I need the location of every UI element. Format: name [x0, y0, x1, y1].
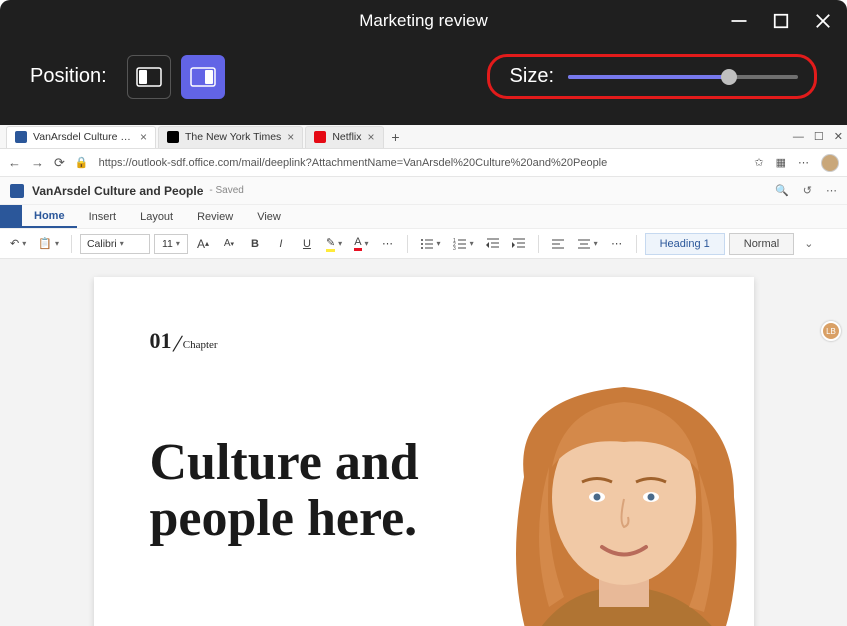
- browser-minimize-button[interactable]: —: [793, 131, 804, 143]
- size-slider[interactable]: [568, 75, 798, 79]
- new-tab-button[interactable]: +: [386, 129, 406, 145]
- size-control-highlight: Size:: [487, 54, 817, 99]
- align-center-button[interactable]: [573, 233, 602, 255]
- forward-button[interactable]: →: [31, 155, 44, 170]
- overlay-titlebar: Marketing review: [0, 0, 847, 42]
- window-controls: [729, 0, 833, 42]
- increase-indent-button[interactable]: [508, 233, 530, 255]
- paste-button[interactable]: 📋: [34, 233, 63, 255]
- person-image: [464, 357, 754, 626]
- document-canvas[interactable]: LB 01/Chapter Culture and people here.: [0, 259, 847, 626]
- ribbon-tab-insert[interactable]: Insert: [77, 205, 129, 228]
- undo-button[interactable]: ↶: [6, 233, 30, 255]
- ribbon: ↶ 📋 Calibri 11 A▴ A▾ B I U ✎ A ⋯ 123: [0, 229, 847, 259]
- font-name-select[interactable]: Calibri: [80, 234, 150, 254]
- ribbon-tab-layout[interactable]: Layout: [128, 205, 185, 228]
- tab-favicon: [167, 131, 179, 143]
- presence-indicator[interactable]: LB: [821, 321, 841, 341]
- highlight-button[interactable]: ✎: [322, 233, 346, 255]
- ribbon-tab-view[interactable]: View: [245, 205, 293, 228]
- word-titlebar: VanArsdel Culture and People - Saved 🔍 ↺…: [0, 177, 847, 205]
- style-normal[interactable]: Normal: [729, 233, 794, 255]
- address-bar[interactable]: https://outlook-sdf.office.com/mail/deep…: [99, 157, 745, 169]
- tab-close-button[interactable]: ×: [140, 130, 147, 144]
- styles-more-button[interactable]: ⌄: [798, 237, 819, 250]
- tab-close-button[interactable]: ×: [287, 130, 294, 144]
- size-slider-thumb[interactable]: [721, 69, 737, 85]
- heading-line-1: Culture and: [150, 434, 419, 491]
- underline-button[interactable]: U: [296, 233, 318, 255]
- ribbon-tabs: HomeInsertLayoutReviewView: [0, 205, 847, 229]
- tab-favicon: [314, 131, 326, 143]
- position-left-button[interactable]: [127, 55, 171, 99]
- style-heading1[interactable]: Heading 1: [645, 233, 725, 255]
- ribbon-tab-review[interactable]: Review: [185, 205, 245, 228]
- svg-text:3: 3: [453, 246, 456, 251]
- document-heading[interactable]: Culture and people here.: [150, 435, 510, 547]
- document-title[interactable]: VanArsdel Culture and People: [32, 184, 203, 198]
- position-right-button[interactable]: [181, 55, 225, 99]
- search-button[interactable]: 🔍: [775, 184, 789, 197]
- browser-tab[interactable]: VanArsdel Culture and peo... ×: [6, 126, 156, 148]
- tab-close-button[interactable]: ×: [368, 130, 375, 144]
- ribbon-tab-home[interactable]: Home: [22, 205, 77, 228]
- browser-menu-button[interactable]: ⋯: [798, 156, 809, 169]
- profile-avatar[interactable]: [821, 154, 839, 172]
- tab-label: The New York Times: [185, 131, 281, 143]
- browser-close-button[interactable]: ✕: [834, 130, 843, 143]
- decrease-indent-button[interactable]: [482, 233, 504, 255]
- browser-window-controls: — ☐ ✕: [793, 125, 843, 148]
- align-left-button[interactable]: [547, 233, 569, 255]
- favorite-button[interactable]: ✩: [754, 156, 763, 169]
- browser-maximize-button[interactable]: ☐: [814, 130, 824, 143]
- document-saved-status: - Saved: [209, 185, 243, 196]
- size-label: Size:: [510, 65, 554, 88]
- more-paragraph-button[interactable]: ⋯: [606, 233, 628, 255]
- numbering-button[interactable]: 123: [449, 233, 478, 255]
- browser-tab[interactable]: Netflix ×: [305, 126, 383, 148]
- tab-label: VanArsdel Culture and peo...: [33, 131, 134, 143]
- lock-icon: 🔒: [75, 156, 89, 169]
- address-bar-actions: ✩ ▦ ⋯: [754, 154, 839, 172]
- chapter-label: Chapter: [183, 339, 218, 351]
- position-label: Position:: [30, 65, 107, 88]
- font-color-button[interactable]: A: [350, 233, 372, 255]
- address-bar-row: ← → ⟳ 🔒 https://outlook-sdf.office.com/m…: [0, 149, 847, 177]
- overlay-toolbar: Position: Size:: [0, 42, 847, 125]
- history-button[interactable]: ↺: [803, 184, 812, 197]
- extensions-button[interactable]: ▦: [776, 156, 786, 169]
- size-slider-fill: [568, 75, 729, 79]
- browser-tabstrip: VanArsdel Culture and peo...×The New Yor…: [0, 125, 847, 149]
- italic-button[interactable]: I: [270, 233, 292, 255]
- font-size-select[interactable]: 11: [154, 234, 188, 254]
- browser-tab[interactable]: The New York Times ×: [158, 126, 303, 148]
- maximize-button[interactable]: [771, 11, 791, 31]
- position-buttons: [127, 55, 225, 99]
- bold-button[interactable]: B: [244, 233, 266, 255]
- overlay-header: Marketing review Position:: [0, 0, 847, 125]
- word-app-icon: [10, 184, 24, 198]
- presence-avatar[interactable]: LB: [821, 321, 841, 341]
- back-button[interactable]: ←: [8, 155, 21, 170]
- grow-font-button[interactable]: A▴: [192, 233, 214, 255]
- refresh-button[interactable]: ⟳: [54, 155, 65, 171]
- tab-label: Netflix: [332, 131, 361, 143]
- close-button[interactable]: [813, 11, 833, 31]
- minimize-button[interactable]: [729, 11, 749, 31]
- bullets-button[interactable]: [416, 233, 445, 255]
- browser-window: VanArsdel Culture and peo...×The New Yor…: [0, 125, 847, 626]
- heading-line-2: people here.: [150, 490, 418, 547]
- tab-favicon: [15, 131, 27, 143]
- more-button[interactable]: ⋯: [826, 184, 837, 197]
- more-font-button[interactable]: ⋯: [377, 233, 399, 255]
- file-tab[interactable]: [0, 205, 22, 228]
- document-page[interactable]: 01/Chapter Culture and people here.: [94, 277, 754, 626]
- chapter-marker: 01/Chapter: [150, 325, 698, 355]
- overlay-title: Marketing review: [359, 11, 488, 31]
- shrink-font-button[interactable]: A▾: [218, 233, 240, 255]
- chapter-number: 01: [150, 328, 172, 353]
